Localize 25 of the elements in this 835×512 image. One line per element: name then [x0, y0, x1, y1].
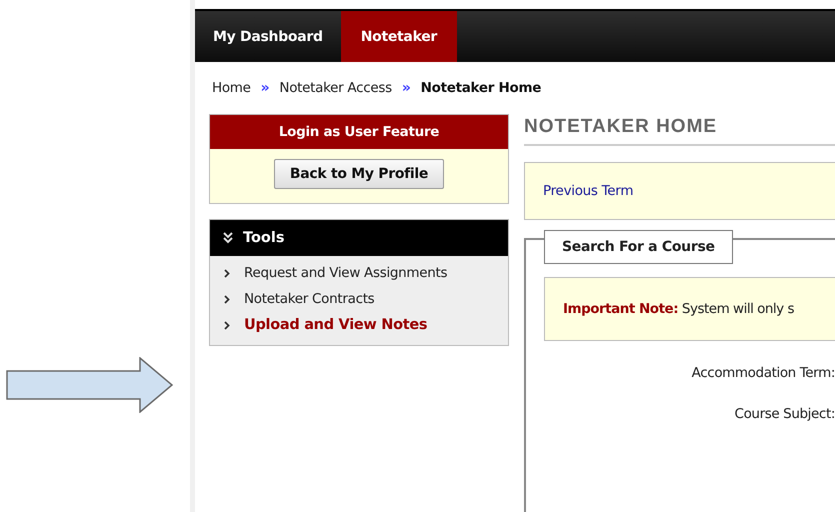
tool-link[interactable]: Upload and View Notes	[244, 317, 428, 333]
previous-term-link[interactable]: Previous Term	[543, 183, 634, 199]
chevron-right-icon	[224, 320, 230, 330]
breadcrumb-link[interactable]: Notetaker Access	[279, 80, 392, 96]
field-label: Accommodation Term:	[692, 365, 835, 381]
fieldset-legend: Search For a Course	[544, 230, 733, 264]
chevron-right-icon	[224, 268, 230, 278]
tool-link[interactable]: Notetaker Contracts	[244, 291, 374, 307]
breadcrumb-link[interactable]: Home	[212, 80, 251, 96]
nav-tab[interactable]: Notetaker	[340, 11, 458, 62]
field-label: Course Subject:	[734, 406, 835, 422]
important-note: Important Note: System will only s	[563, 301, 794, 317]
tools-header[interactable]: Tools	[210, 220, 508, 256]
page-title: NOTETAKER HOME	[524, 114, 835, 146]
breadcrumb-separator: »	[402, 80, 411, 96]
arrow-icon	[6, 357, 174, 413]
tools-title: Tools	[243, 230, 284, 246]
breadcrumb-current: Notetaker Home	[420, 80, 542, 96]
tool-link[interactable]: Request and View Assignments	[244, 265, 448, 281]
nav-tab[interactable]: My Dashboard	[195, 11, 341, 62]
breadcrumb-separator: »	[260, 80, 270, 96]
panel-header: Login as User Feature	[210, 115, 508, 149]
chevron-icon	[223, 232, 233, 244]
chevron-right-icon	[224, 294, 230, 304]
back-to-profile-button[interactable]: Back to My Profile	[274, 159, 444, 189]
